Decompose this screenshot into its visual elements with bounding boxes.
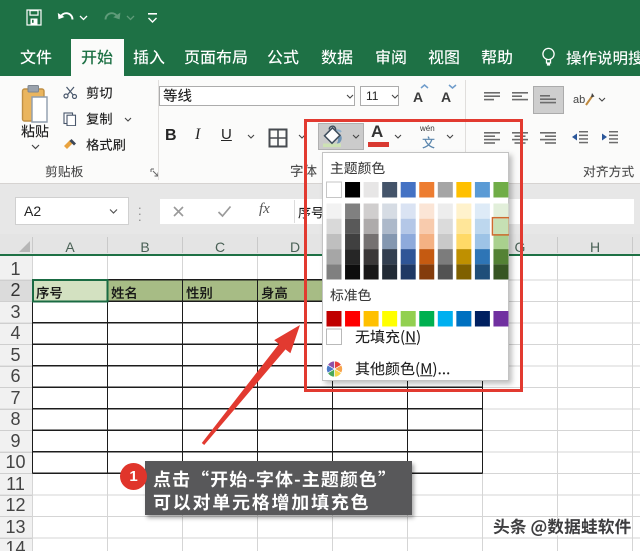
svg-text:ab: ab: [573, 94, 585, 106]
